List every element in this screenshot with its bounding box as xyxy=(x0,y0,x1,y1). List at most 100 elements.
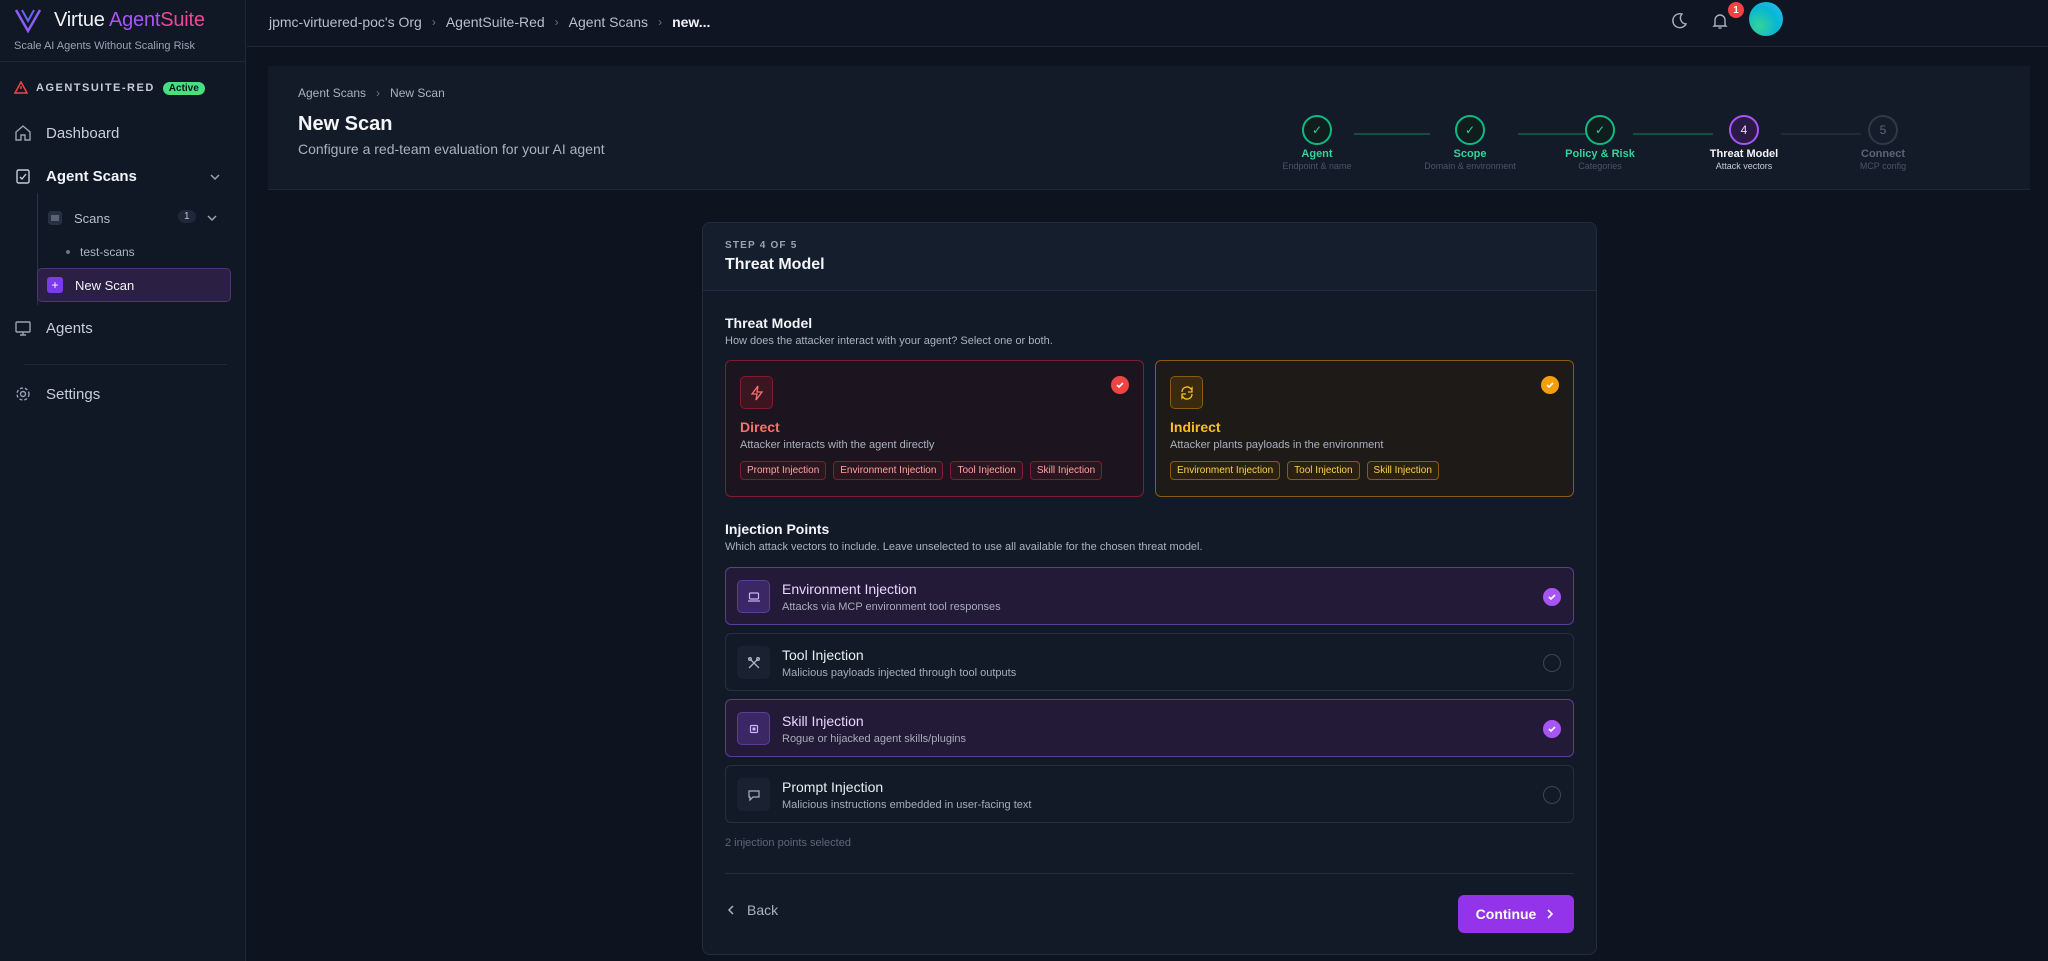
step-indicator: STEP 4 OF 5 xyxy=(725,240,798,251)
tag-chip: Tool Injection xyxy=(950,461,1023,480)
warning-triangle-icon xyxy=(14,81,28,94)
sidebar-item-agents[interactable]: Agents xyxy=(14,314,93,342)
brand-tagline: Scale AI Agents Without Scaling Risk xyxy=(14,40,195,52)
tag-chip: Skill Injection xyxy=(1029,461,1103,480)
injection-point-desc: Malicious payloads injected through tool… xyxy=(782,667,1017,679)
bullet-dot xyxy=(66,250,70,254)
injection-point-desc: Rogue or hijacked agent skills/plugins xyxy=(782,733,967,745)
tag-chip: Skill Injection xyxy=(1366,461,1439,480)
brand-name: Virtue AgentSuite xyxy=(54,8,205,31)
injection-point-tool[interactable]: Tool Injection Malicious payloads inject… xyxy=(725,633,1574,691)
breadcrumb-current: new... xyxy=(672,14,711,30)
chevron-left-icon xyxy=(727,905,734,915)
step-policy-risk[interactable]: ✓ Policy & Risk Categories xyxy=(1550,115,1650,171)
chevron-right-icon: › xyxy=(431,15,436,29)
checkbox-checked[interactable] xyxy=(1543,588,1561,606)
step-number: 4 xyxy=(1729,115,1759,145)
sidebar-item-label: New Scan xyxy=(75,277,135,293)
checkbox-unchecked[interactable] xyxy=(1543,654,1561,672)
breadcrumb-agent-scans[interactable]: Agent Scans xyxy=(298,86,366,100)
chevron-right-icon: › xyxy=(376,86,381,100)
step-scope[interactable]: ✓ Scope Domain & environment xyxy=(1410,115,1530,171)
bell-icon[interactable] xyxy=(1711,12,1729,30)
brand[interactable]: Virtue AgentSuite xyxy=(14,6,205,34)
laptop-icon xyxy=(737,580,770,613)
breadcrumb-workspace[interactable]: AgentSuite-Red xyxy=(446,14,545,30)
step-agent[interactable]: ✓ Agent Endpoint & name xyxy=(1262,115,1372,171)
moon-icon[interactable] xyxy=(1670,12,1688,30)
step-subtitle: MCP config xyxy=(1859,161,1907,171)
sidebar-item-label: test-scans xyxy=(80,245,135,259)
sidebar-divider xyxy=(24,364,227,365)
sidebar-item-label: Scans xyxy=(74,210,111,226)
breadcrumb-current: New Scan xyxy=(390,86,445,100)
tag-chip: Environment Injection xyxy=(833,461,944,480)
injection-point-name: Prompt Injection xyxy=(782,779,884,795)
step-title: Connect xyxy=(1861,148,1905,160)
injection-point-name: Environment Injection xyxy=(782,581,917,597)
plus-icon: + xyxy=(47,277,63,293)
home-icon xyxy=(15,125,31,141)
section-subtitle: How does the attacker interact with your… xyxy=(725,335,1053,347)
checkbox-checked[interactable] xyxy=(1543,720,1561,738)
chevron-down-icon[interactable] xyxy=(206,212,218,224)
org-row[interactable]: AGENTSUITE-RED Active xyxy=(14,81,205,95)
sidebar-item-label: Agent Scans xyxy=(46,167,137,185)
sidebar: Virtue AgentSuite Scale AI Agents Withou… xyxy=(0,0,246,961)
check-icon[interactable] xyxy=(1541,376,1559,394)
threat-option-name: Indirect xyxy=(1170,419,1221,435)
card-title: Threat Model xyxy=(725,256,825,273)
breadcrumb-org[interactable]: jpmc-virtuered-poc's Org xyxy=(269,14,422,30)
continue-button[interactable]: Continue xyxy=(1458,895,1574,933)
page-subtitle: Configure a red-team evaluation for your… xyxy=(298,141,605,157)
chip-list: Prompt Injection Environment Injection T… xyxy=(740,461,1103,480)
injection-point-desc: Attacks via MCP environment tool respons… xyxy=(782,601,1001,613)
step-subtitle: Categories xyxy=(1578,161,1622,171)
step-title: Threat Model xyxy=(1709,148,1779,160)
step-connect[interactable]: 5 Connect MCP config xyxy=(1843,115,1923,171)
step-title: Scope xyxy=(1453,148,1487,160)
status-badge: Active xyxy=(162,81,205,95)
checkbox-unchecked[interactable] xyxy=(1543,786,1561,804)
injection-point-desc: Malicious instructions embedded in user-… xyxy=(782,799,1032,811)
chip-icon xyxy=(737,712,770,745)
step-title: Policy & Risk xyxy=(1565,148,1635,160)
check-icon: ✓ xyxy=(1302,115,1332,145)
sidebar-item-dashboard[interactable]: Dashboard xyxy=(14,119,119,147)
sidebar-item-label: Agents xyxy=(46,319,93,337)
sidebar-item-scans[interactable]: Scans xyxy=(48,208,110,228)
sidebar-item-agent-scans[interactable]: Agent Scans xyxy=(14,162,137,190)
chevron-right-icon: › xyxy=(658,15,663,29)
threat-option-indirect[interactable]: Indirect Attacker plants payloads in the… xyxy=(1155,360,1574,497)
step-title: Agent xyxy=(1301,148,1333,160)
injection-point-prompt[interactable]: Prompt Injection Malicious instructions … xyxy=(725,765,1574,823)
section-title: Threat Model xyxy=(725,315,813,331)
step-subtitle: Endpoint & name xyxy=(1282,161,1352,171)
step-number: 5 xyxy=(1868,115,1898,145)
threat-option-direct[interactable]: Direct Attacker interacts with the agent… xyxy=(725,360,1144,497)
chevron-down-icon[interactable] xyxy=(208,170,222,184)
sidebar-item-test-scans[interactable]: test-scans xyxy=(66,245,135,259)
step-threat-model[interactable]: 4 Threat Model Attack vectors xyxy=(1694,115,1794,171)
sidebar-item-settings[interactable]: Settings xyxy=(14,380,100,408)
back-button[interactable]: Back xyxy=(725,902,778,918)
breadcrumb-agent-scans[interactable]: Agent Scans xyxy=(569,14,648,30)
injection-point-name: Skill Injection xyxy=(782,713,864,729)
injection-point-skill[interactable]: Skill Injection Rogue or hijacked agent … xyxy=(725,699,1574,757)
org-name: AGENTSUITE-RED xyxy=(36,82,155,94)
check-icon[interactable] xyxy=(1111,376,1129,394)
avatar[interactable] xyxy=(1749,2,1783,36)
refresh-cycle-icon xyxy=(1170,376,1203,409)
sidebar-divider xyxy=(0,61,246,62)
threat-option-desc: Attacker plants payloads in the environm… xyxy=(1170,439,1384,451)
back-button-label: Back xyxy=(747,902,779,918)
sidebar-item-new-scan[interactable]: + New Scan xyxy=(37,268,231,302)
breadcrumb: Agent Scans › New Scan xyxy=(298,86,445,100)
chevron-right-icon xyxy=(1547,909,1554,919)
clipboard-check-icon xyxy=(16,169,30,184)
sidebar-item-label: Settings xyxy=(46,385,101,403)
injection-point-environment[interactable]: Environment Injection Attacks via MCP en… xyxy=(725,567,1574,625)
section-subtitle: Which attack vectors to include. Leave u… xyxy=(725,541,1203,553)
injection-point-name: Tool Injection xyxy=(782,647,864,663)
scans-count-badge: 1 xyxy=(178,210,196,223)
